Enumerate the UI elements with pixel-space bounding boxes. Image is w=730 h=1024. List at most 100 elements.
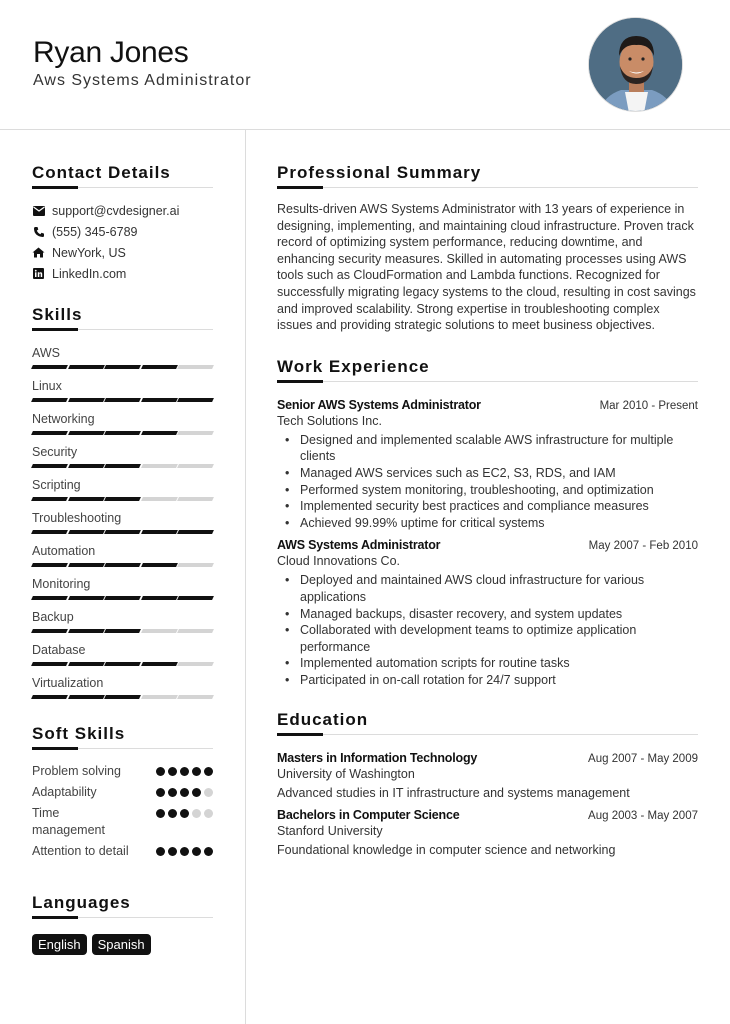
skill-level-bar <box>31 629 214 633</box>
skill-segment-filled <box>104 398 141 402</box>
contact-linkedin-text: LinkedIn.com <box>52 266 127 281</box>
skill-segment-filled <box>104 662 141 666</box>
degree-title: Masters in Information Technology <box>277 751 478 766</box>
rating-dot-filled <box>180 788 189 797</box>
education-entry: Bachelors in Computer Science Aug 2003 -… <box>277 808 698 857</box>
job-company: Cloud Innovations Co. <box>277 554 400 569</box>
skill-segment-filled <box>31 563 68 567</box>
contact-email-text: support@cvdesigner.ai <box>52 203 180 218</box>
skill-segment-filled <box>104 695 141 699</box>
skill-level-bar <box>31 563 214 567</box>
skill-name: Backup <box>32 610 74 624</box>
skill-level-bar <box>31 464 214 468</box>
education-date: Aug 2003 - May 2007 <box>588 810 698 823</box>
contact-location-text: NewYork, US <box>52 245 126 260</box>
skill-level-bar <box>31 497 214 501</box>
school-name: Stanford University <box>277 824 383 839</box>
contact-email[interactable]: support@cvdesigner.ai <box>32 200 213 221</box>
contact-phone[interactable]: (555) 345-6789 <box>32 221 213 242</box>
language-badge: Spanish <box>91 934 151 955</box>
skill-segment-empty <box>177 629 214 633</box>
resume-header: Ryan Jones Aws Systems Administrator <box>0 0 730 130</box>
contact-linkedin[interactable]: LinkedIn.com <box>32 263 213 284</box>
job-date: Mar 2010 - Present <box>599 399 698 412</box>
rating-dot-filled <box>156 847 165 856</box>
soft-skills-section: Soft Skills Problem solving Adaptability T… <box>32 724 213 860</box>
phone-icon <box>32 225 45 238</box>
skill-name: Virtualization <box>32 676 104 690</box>
skill-segment-filled <box>67 464 105 468</box>
skill-item: Troubleshooting <box>31 510 214 534</box>
skill-name: AWS <box>32 346 61 360</box>
skill-segment-filled <box>31 695 68 699</box>
degree-title: Bachelors in Computer Science <box>277 808 460 823</box>
school-name: University of Washington <box>277 767 415 782</box>
rating-dot-empty <box>204 809 213 818</box>
skill-segment-filled <box>31 398 68 402</box>
education-section: Education Masters in Information Technol… <box>277 710 698 857</box>
skill-item: Virtualization <box>31 675 214 699</box>
job-bullet: Implemented automation scripts for routi… <box>277 655 698 672</box>
skills-section: Skills AWS Linux Networking Security Scripti… <box>31 305 214 699</box>
skill-segment-empty <box>140 695 178 699</box>
rating-dot-empty <box>192 809 201 818</box>
soft-skill-name: Time management <box>32 806 105 837</box>
skill-item: Automation <box>31 543 214 567</box>
languages-section: Languages English Spanish <box>32 893 213 955</box>
skill-segment-empty <box>177 695 214 699</box>
language-badge: English <box>32 934 87 955</box>
skill-segment-filled <box>140 596 178 600</box>
summary-section: Professional Summary Results-driven AWS … <box>277 163 698 334</box>
skill-segment-filled <box>140 431 178 435</box>
job-title: Senior AWS Systems Administrator <box>277 397 481 412</box>
skill-segment-empty <box>177 563 214 567</box>
soft-skill-item: Problem solving <box>32 763 213 780</box>
avatar <box>588 17 683 112</box>
contact-phone-text: (555) 345-6789 <box>52 224 138 239</box>
envelope-icon <box>32 204 45 217</box>
skill-segment-filled <box>140 398 178 402</box>
skill-level-bar <box>31 596 214 600</box>
skill-item: Scripting <box>31 477 214 501</box>
soft-skill-name: Adaptability <box>32 785 97 799</box>
job-bullet: Deployed and maintained AWS cloud infras… <box>277 572 698 605</box>
rating-dot-filled <box>192 767 201 776</box>
skill-name: Database <box>32 643 86 657</box>
skill-segment-filled <box>67 497 105 501</box>
soft-skill-rating <box>156 805 213 839</box>
skill-segment-filled <box>140 365 178 369</box>
skill-segment-empty <box>177 497 214 501</box>
skill-segment-filled <box>31 662 68 666</box>
rating-dot-filled <box>168 809 177 818</box>
skill-name: Automation <box>32 544 96 558</box>
skill-segment-filled <box>31 530 68 534</box>
skill-segment-filled <box>67 365 105 369</box>
skill-segment-filled <box>104 629 141 633</box>
soft-skill-name: Attention to detail <box>32 844 129 858</box>
job-bullet: Managed backups, disaster recovery, and … <box>277 606 698 623</box>
skill-item: Linux <box>31 378 214 402</box>
job-bullet: Performed system monitoring, troubleshoo… <box>277 482 698 499</box>
skill-segment-filled <box>67 563 105 567</box>
section-title-skills: Skills <box>32 305 213 331</box>
skill-segment-filled <box>177 398 214 402</box>
skill-segment-filled <box>140 662 178 666</box>
soft-skill-item: Attention to detail <box>32 843 213 860</box>
skill-segment-filled <box>31 464 68 468</box>
skill-segment-filled <box>31 596 68 600</box>
skill-name: Scripting <box>32 478 81 492</box>
skill-segment-filled <box>67 596 105 600</box>
job-title: AWS Systems Administrator <box>277 538 441 553</box>
skill-item: Networking <box>31 411 214 435</box>
summary-text: Results-driven AWS Systems Administrator… <box>277 202 696 333</box>
section-title-languages: Languages <box>32 893 213 919</box>
skill-segment-filled <box>67 662 105 666</box>
experience-section: Work Experience Senior AWS Systems Admin… <box>277 357 698 689</box>
skill-segment-filled <box>104 530 141 534</box>
skill-item: Monitoring <box>31 576 214 600</box>
education-entry: Masters in Information Technology Aug 20… <box>277 751 698 800</box>
rating-dot-filled <box>180 847 189 856</box>
section-title-contact: Contact Details <box>32 163 213 189</box>
skill-name: Linux <box>32 379 62 393</box>
section-title-experience: Work Experience <box>277 357 698 383</box>
